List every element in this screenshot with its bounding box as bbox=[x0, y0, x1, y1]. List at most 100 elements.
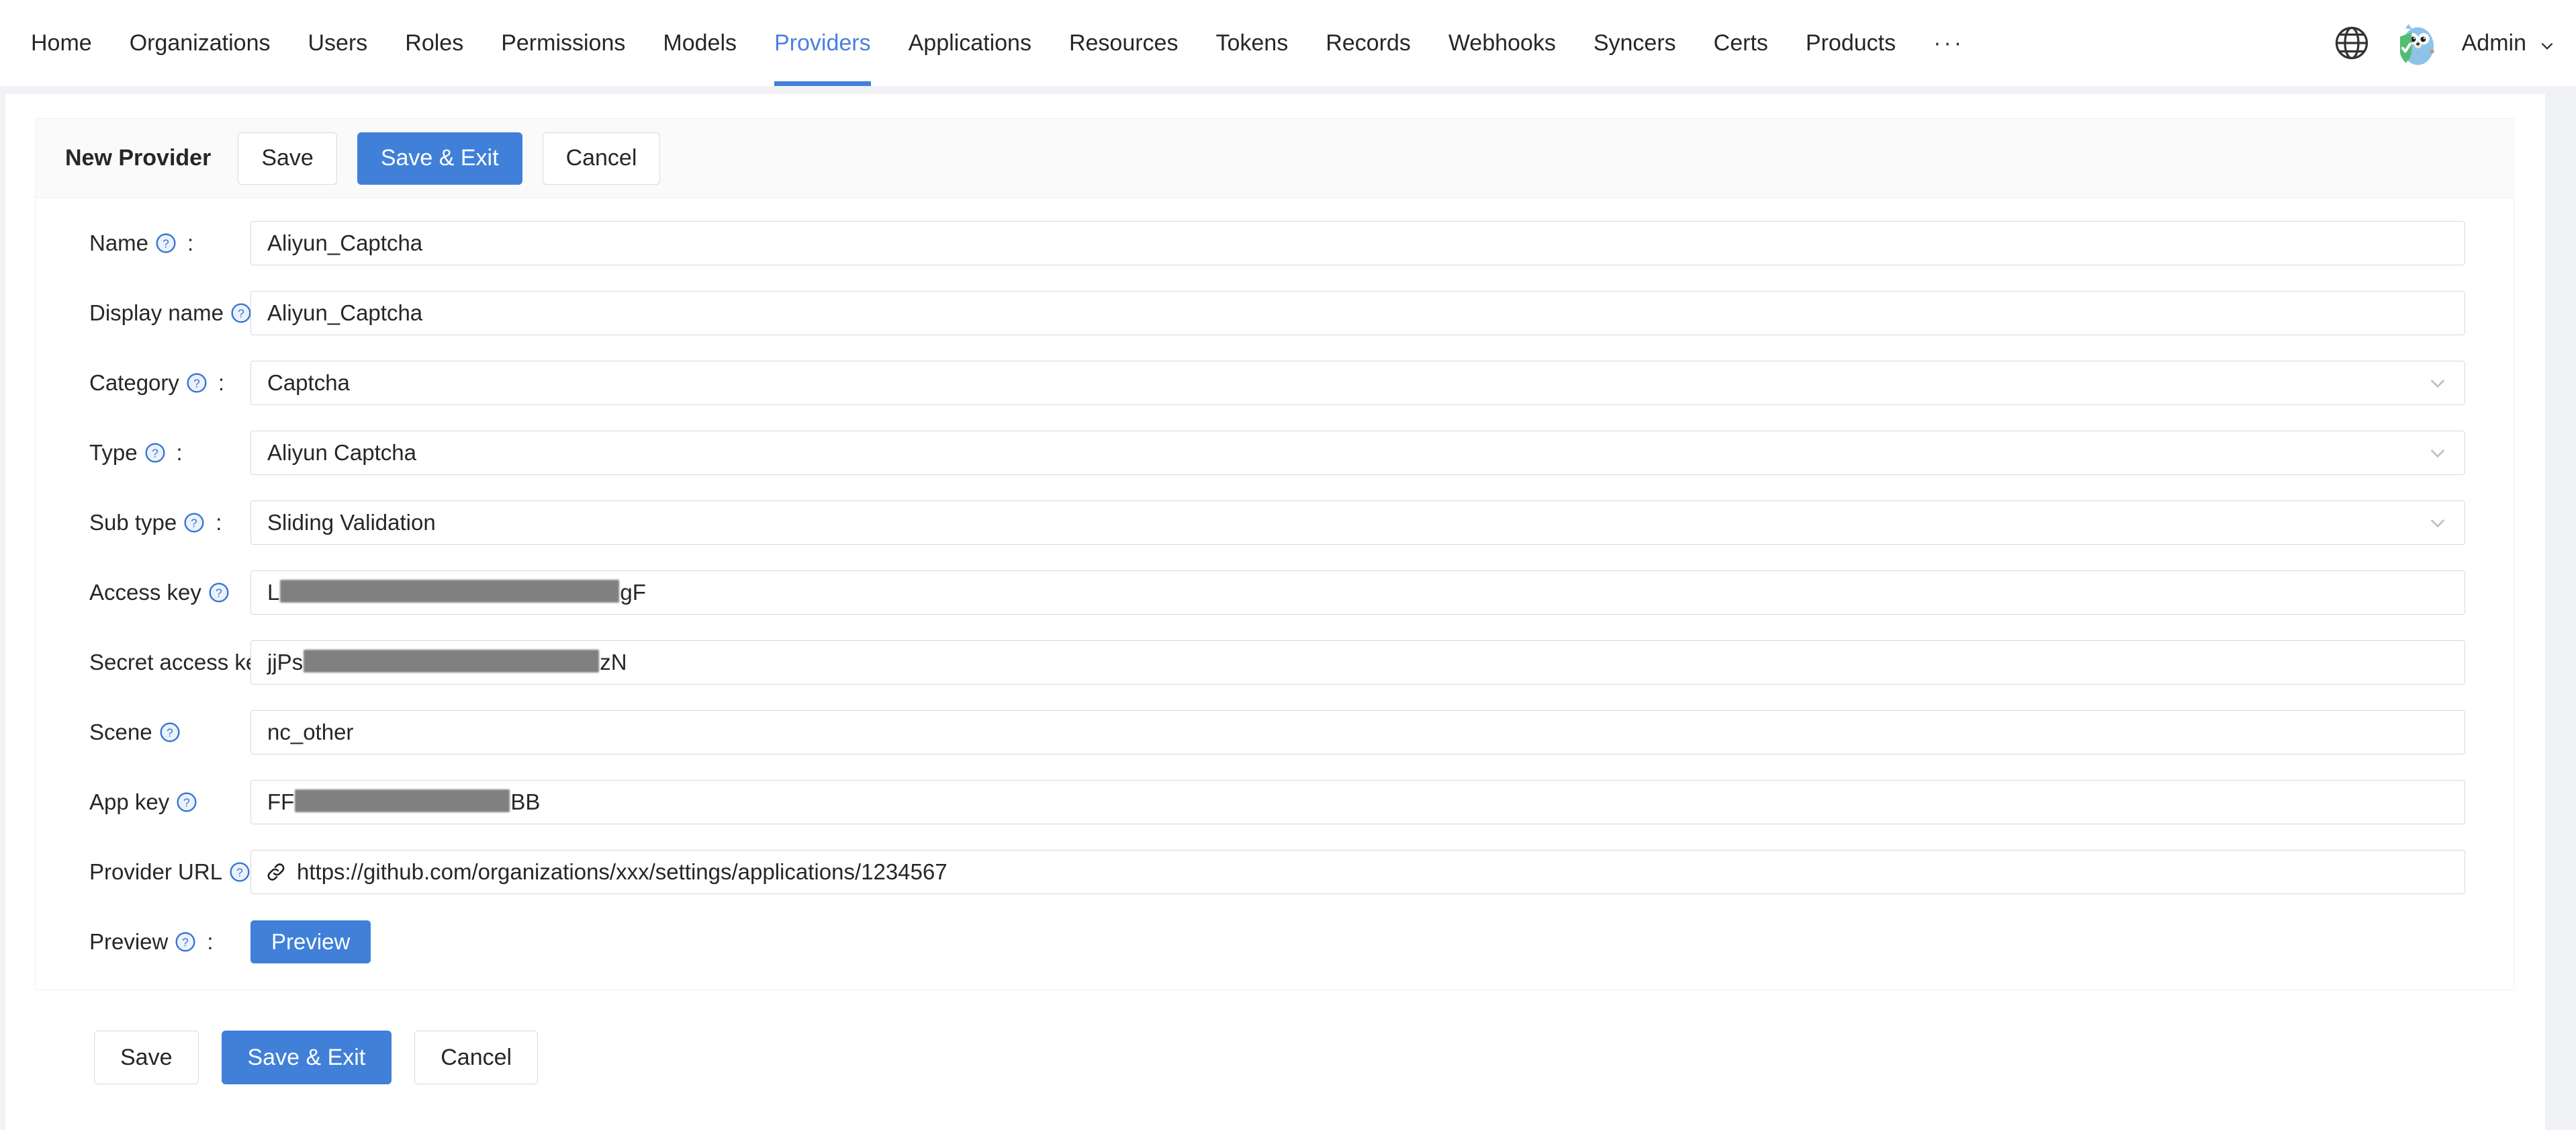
label-colon: : bbox=[177, 440, 183, 466]
provider-form-card: New Provider Save Save & Exit Cancel Name?… bbox=[35, 118, 2514, 990]
svg-text:?: ? bbox=[191, 517, 197, 530]
nav-tab-providers[interactable]: Providers bbox=[755, 0, 890, 86]
select-category[interactable]: Captcha bbox=[250, 361, 2465, 405]
save-exit-button[interactable]: Save & Exit bbox=[222, 1031, 392, 1084]
input-access-key[interactable]: LgF bbox=[250, 570, 2465, 615]
help-icon[interactable]: ? bbox=[175, 931, 196, 953]
label-colon: : bbox=[207, 929, 213, 955]
label-text-preview: Preview bbox=[89, 929, 168, 955]
svg-text:?: ? bbox=[152, 447, 158, 460]
form-row-preview: Preview?:Preview bbox=[36, 920, 2514, 964]
label-display-name: Display name?: bbox=[36, 300, 250, 326]
user-menu[interactable]: Admin bbox=[2462, 30, 2556, 56]
label-text-access-key: Access key bbox=[89, 580, 201, 605]
help-icon[interactable]: ? bbox=[159, 722, 181, 743]
form-row-secret-access-key: Secret access key? jjPs zN bbox=[36, 640, 2514, 685]
help-icon[interactable]: ? bbox=[144, 442, 166, 464]
save-button[interactable]: Save bbox=[94, 1031, 199, 1084]
control-wrap-display-name: Aliyun_Captcha bbox=[250, 291, 2514, 335]
nav-tab-organizations[interactable]: Organizations bbox=[111, 0, 289, 86]
nav-tab-resources[interactable]: Resources bbox=[1050, 0, 1197, 86]
help-icon[interactable]: ? bbox=[208, 582, 230, 603]
help-icon[interactable]: ? bbox=[230, 302, 252, 324]
select-sub-type[interactable]: Sliding Validation bbox=[250, 501, 2465, 545]
svg-text:?: ? bbox=[193, 377, 200, 390]
masked-suffix-secret-access-key: zN bbox=[600, 650, 627, 675]
nav-tab-products[interactable]: Products bbox=[1787, 0, 1915, 86]
label-provider-url: Provider URL?: bbox=[36, 859, 250, 885]
label-preview: Preview?: bbox=[36, 929, 250, 955]
footer-button-group: Save Save & Exit Cancel bbox=[5, 990, 2545, 1084]
help-icon[interactable]: ? bbox=[176, 791, 197, 813]
chevron-down-icon bbox=[2427, 512, 2448, 533]
input-secret-access-key[interactable]: jjPs zN bbox=[250, 640, 2465, 685]
help-icon[interactable]: ? bbox=[186, 372, 208, 394]
input-provider-url[interactable]: https://github.com/organizations/xxx/set… bbox=[250, 850, 2465, 894]
chevron-down-icon bbox=[2427, 442, 2448, 464]
help-icon[interactable]: ? bbox=[183, 512, 205, 533]
nav-tab-users[interactable]: Users bbox=[289, 0, 386, 86]
form-card-header: New Provider Save Save & Exit Cancel bbox=[36, 119, 2514, 198]
label-text-sub-type: Sub type bbox=[89, 510, 177, 535]
chevron-down-icon bbox=[2427, 372, 2448, 394]
form-row-type: Type?: Aliyun Captcha bbox=[36, 431, 2514, 475]
input-value-provider-url: https://github.com/organizations/xxx/set… bbox=[297, 859, 948, 885]
control-wrap-provider-url: https://github.com/organizations/xxx/set… bbox=[250, 850, 2514, 894]
label-category: Category?: bbox=[36, 370, 250, 396]
control-wrap-type: Aliyun Captcha bbox=[250, 431, 2514, 475]
label-text-secret-access-key: Secret access key bbox=[89, 650, 269, 675]
form-row-provider-url: Provider URL?: https://github.com/organiz… bbox=[36, 850, 2514, 894]
svg-text:?: ? bbox=[183, 796, 190, 810]
form-row-sub-type: Sub type?:Sliding Validation bbox=[36, 501, 2514, 545]
select-value-category: Captcha bbox=[267, 370, 350, 396]
provider-form-body: Name?:Aliyun_CaptchaDisplay name?:Aliyun… bbox=[36, 198, 2514, 990]
input-app-key[interactable]: FFBB bbox=[250, 780, 2465, 824]
input-display-name[interactable]: Aliyun_Captcha bbox=[250, 291, 2465, 335]
form-row-access-key: Access key? LgF bbox=[36, 570, 2514, 615]
cancel-button[interactable]: Cancel bbox=[543, 132, 661, 185]
form-row-display-name: Display name?:Aliyun_Captcha bbox=[36, 291, 2514, 335]
control-wrap-sub-type: Sliding Validation bbox=[250, 501, 2514, 545]
nav-tab-records[interactable]: Records bbox=[1307, 0, 1430, 86]
save-exit-button[interactable]: Save & Exit bbox=[357, 132, 522, 185]
nav-tab-tokens[interactable]: Tokens bbox=[1197, 0, 1307, 86]
select-type[interactable]: Aliyun Captcha bbox=[250, 431, 2465, 475]
label-name: Name?: bbox=[36, 230, 250, 256]
label-secret-access-key: Secret access key? bbox=[36, 650, 250, 675]
input-scene[interactable]: nc_other bbox=[250, 710, 2465, 754]
svg-text:?: ? bbox=[216, 586, 222, 600]
cancel-button[interactable]: Cancel bbox=[414, 1031, 538, 1084]
nav-tab-webhooks[interactable]: Webhooks bbox=[1430, 0, 1575, 86]
label-text-display-name: Display name bbox=[89, 300, 224, 326]
masked-value-secret-access-key: jjPs zN bbox=[267, 650, 627, 675]
nav-tab-models[interactable]: Models bbox=[644, 0, 755, 86]
top-navbar: HomeOrganizationsUsersRolesPermissionsMo… bbox=[0, 0, 2576, 86]
input-name[interactable]: Aliyun_Captcha bbox=[250, 221, 2465, 265]
label-text-type: Type bbox=[89, 440, 138, 466]
avatar[interactable] bbox=[2391, 17, 2443, 69]
label-text-name: Name bbox=[89, 230, 148, 256]
link-icon bbox=[265, 861, 287, 883]
form-row-name: Name?:Aliyun_Captcha bbox=[36, 221, 2514, 265]
globe-icon[interactable] bbox=[2332, 23, 2372, 63]
nav-tab-syncers[interactable]: Syncers bbox=[1575, 0, 1695, 86]
help-icon[interactable]: ? bbox=[155, 232, 177, 254]
page-title: New Provider bbox=[65, 145, 211, 171]
masked-prefix-app-key: FF bbox=[267, 789, 294, 815]
nav-tab-home[interactable]: Home bbox=[12, 0, 111, 86]
nav-tab-roles[interactable]: Roles bbox=[386, 0, 482, 86]
masked-prefix-secret-access-key: jjPs bbox=[267, 650, 303, 675]
nav-more-button[interactable]: ··· bbox=[1915, 0, 1983, 86]
control-wrap-preview: Preview bbox=[250, 920, 2514, 963]
help-icon[interactable]: ? bbox=[229, 861, 250, 883]
redaction-bar bbox=[280, 580, 619, 603]
preview-button[interactable]: Preview bbox=[250, 920, 371, 963]
label-text-category: Category bbox=[89, 370, 179, 396]
control-wrap-scene: nc_other bbox=[250, 710, 2514, 754]
content-container: New Provider Save Save & Exit Cancel Name?… bbox=[5, 94, 2545, 1130]
save-button[interactable]: Save bbox=[238, 132, 337, 185]
nav-tab-certs[interactable]: Certs bbox=[1695, 0, 1787, 86]
nav-tab-permissions[interactable]: Permissions bbox=[482, 0, 644, 86]
svg-text:?: ? bbox=[167, 726, 173, 740]
nav-tab-applications[interactable]: Applications bbox=[890, 0, 1050, 86]
